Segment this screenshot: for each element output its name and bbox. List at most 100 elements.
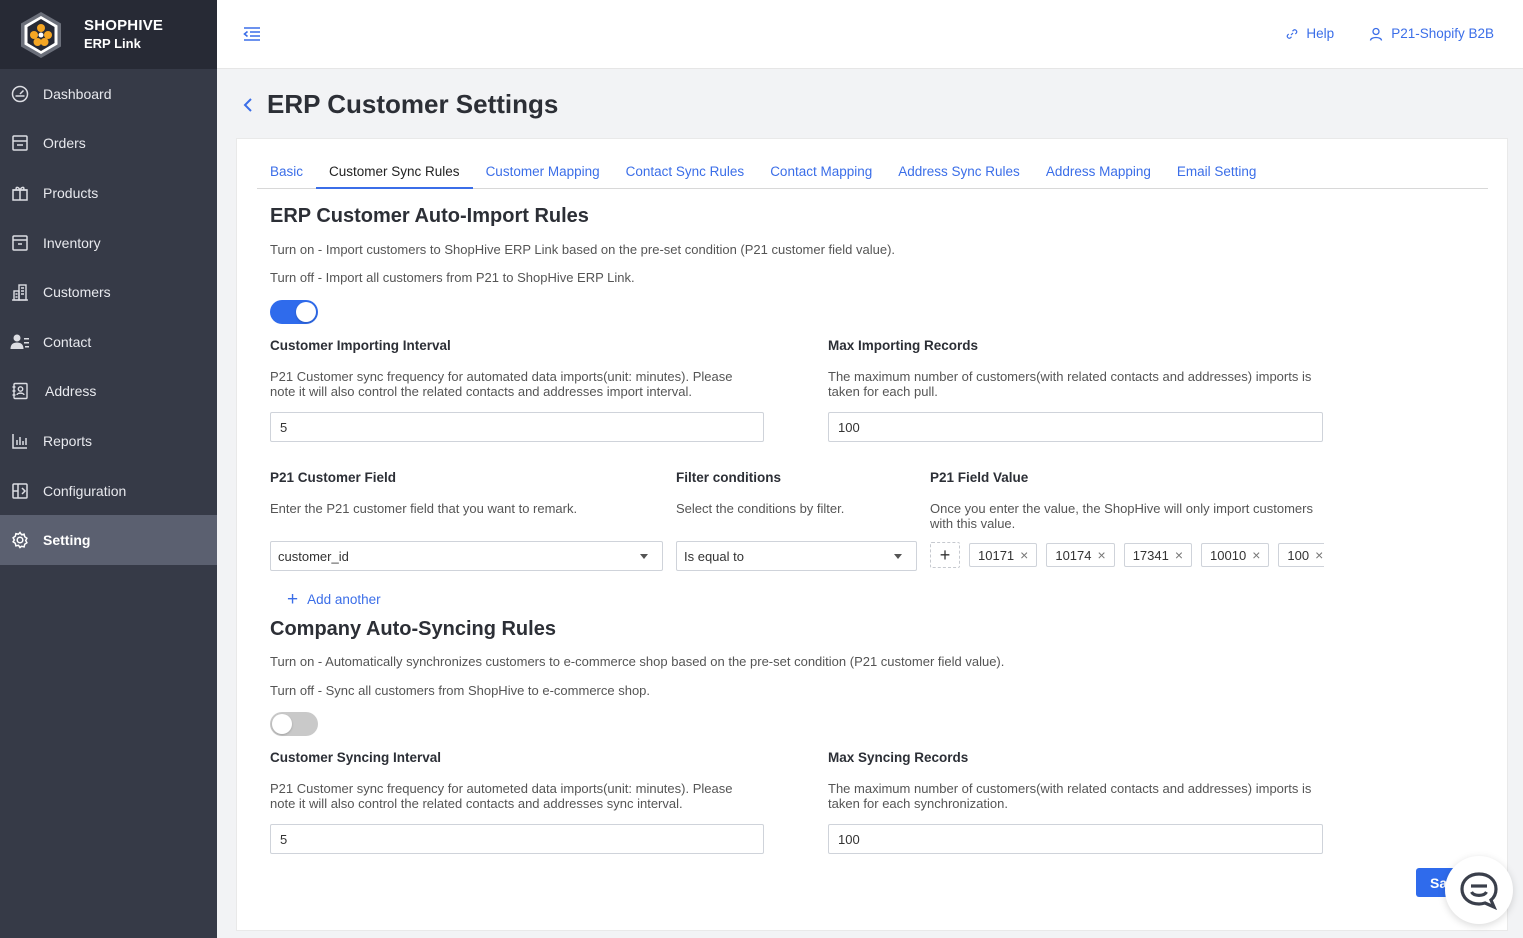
max-syncing-desc: The maximum number of customers(with rel… bbox=[828, 781, 1312, 811]
importing-interval-input[interactable] bbox=[270, 412, 764, 442]
select-value: Is equal to bbox=[684, 548, 744, 564]
tab-bar: Basic Customer Sync Rules Customer Mappi… bbox=[257, 157, 1488, 189]
brand: SHOPHIVE ERP Link bbox=[0, 0, 217, 69]
syncing-interval-input[interactable] bbox=[270, 824, 764, 854]
p21-field-value-label: P21 Field Value bbox=[930, 470, 1029, 485]
gear-icon bbox=[10, 530, 30, 550]
sidebar-item-customers[interactable]: Customers bbox=[0, 267, 217, 317]
tab-address-sync-rules[interactable]: Address Sync Rules bbox=[885, 157, 1033, 189]
orders-icon bbox=[10, 133, 30, 153]
filter-conditions-select[interactable]: Is equal to bbox=[676, 541, 917, 571]
max-importing-input[interactable] bbox=[828, 412, 1323, 442]
sidebar-item-configuration[interactable]: Configuration bbox=[0, 466, 217, 516]
sidebar-item-dashboard[interactable]: Dashboard bbox=[0, 69, 217, 119]
p21-customer-field-label: P21 Customer Field bbox=[270, 470, 397, 485]
p21-customer-field-select[interactable]: customer_id bbox=[270, 541, 663, 571]
dashboard-icon bbox=[10, 84, 30, 104]
user-icon bbox=[1370, 27, 1383, 41]
sidebar-item-label: Products bbox=[43, 184, 99, 201]
max-importing-label: Max Importing Records bbox=[828, 338, 979, 353]
gift-box-icon bbox=[10, 183, 30, 203]
add-another-label: Add another bbox=[307, 592, 381, 607]
tab-contact-mapping[interactable]: Contact Mapping bbox=[757, 157, 885, 189]
sidebar-item-contact[interactable]: Contact bbox=[0, 317, 217, 367]
sidebar-item-label: Configuration bbox=[43, 482, 127, 499]
sidebar-item-address[interactable]: Address bbox=[0, 367, 217, 417]
shophive-logo-icon bbox=[21, 11, 61, 58]
page-title: ERP Customer Settings bbox=[267, 89, 559, 119]
tab-basic[interactable]: Basic bbox=[257, 157, 316, 189]
brand-subtitle: ERP Link bbox=[84, 35, 141, 51]
link-icon bbox=[1287, 28, 1298, 39]
page-title-row: ERP Customer Settings bbox=[243, 89, 558, 120]
toggle-knob bbox=[296, 302, 316, 322]
max-syncing-input[interactable] bbox=[828, 824, 1323, 854]
tag-text: 10174 bbox=[1055, 547, 1092, 563]
max-syncing-label: Max Syncing Records bbox=[828, 750, 969, 765]
value-tag: 17341 × bbox=[1123, 543, 1193, 567]
sidebar-item-orders[interactable]: Orders bbox=[0, 119, 217, 169]
tab-customer-mapping[interactable]: Customer Mapping bbox=[473, 157, 613, 189]
sync-rules-toggle[interactable] bbox=[270, 712, 318, 736]
archive-icon bbox=[10, 233, 30, 253]
chat-support-button[interactable] bbox=[1445, 856, 1513, 924]
sidebar-item-label: Address bbox=[45, 383, 97, 400]
importing-interval-label: Customer Importing Interval bbox=[270, 338, 451, 353]
sidebar-item-reports[interactable]: Reports bbox=[0, 416, 217, 466]
tab-contact-sync-rules[interactable]: Contact Sync Rules bbox=[613, 157, 758, 189]
close-icon[interactable]: × bbox=[1175, 547, 1183, 563]
tab-email-setting[interactable]: Email Setting bbox=[1164, 157, 1270, 189]
sidebar-item-products[interactable]: Products bbox=[0, 168, 217, 218]
add-another-button[interactable]: + Add another bbox=[287, 590, 381, 609]
tag-text: 10010 bbox=[1210, 547, 1247, 563]
field-value-tags: + 10171 × 10174 × 17341 × 10010 × 100 × bbox=[930, 540, 1324, 570]
menu-collapse-icon[interactable] bbox=[242, 24, 262, 44]
chat-icon bbox=[1460, 872, 1498, 910]
add-tag-button[interactable]: + bbox=[930, 542, 960, 568]
value-tag: 10171 × bbox=[969, 543, 1038, 567]
sidebar-item-label: Inventory bbox=[43, 234, 101, 251]
help-link[interactable]: Help bbox=[1286, 26, 1334, 41]
configuration-icon bbox=[10, 481, 30, 501]
top-header: Help P21-Shopify B2B bbox=[217, 0, 1523, 69]
filter-conditions-label: Filter conditions bbox=[676, 470, 782, 485]
account-link[interactable]: P21-Shopify B2B bbox=[1369, 26, 1494, 41]
plus-icon: + bbox=[287, 589, 299, 610]
close-icon[interactable]: × bbox=[1252, 547, 1260, 563]
max-importing-desc: The maximum number of customers(with rel… bbox=[828, 369, 1312, 399]
address-book-icon bbox=[10, 381, 30, 401]
import-turn-off-text: Turn off - Import all customers from P21… bbox=[270, 270, 635, 285]
close-icon[interactable]: × bbox=[1315, 547, 1323, 563]
toggle-knob bbox=[272, 714, 292, 734]
import-rules-title: ERP Customer Auto-Import Rules bbox=[270, 205, 589, 227]
tag-text: 10171 bbox=[978, 547, 1015, 563]
help-label: Help bbox=[1306, 26, 1335, 41]
sidebar-item-label: Dashboard bbox=[43, 85, 112, 102]
close-icon[interactable]: × bbox=[1098, 547, 1106, 563]
close-icon[interactable]: × bbox=[1020, 547, 1028, 563]
sidebar-item-label: Reports bbox=[43, 432, 93, 449]
settings-card: Basic Customer Sync Rules Customer Mappi… bbox=[236, 138, 1508, 931]
back-arrow-icon[interactable] bbox=[243, 95, 259, 115]
tab-customer-sync-rules[interactable]: Customer Sync Rules bbox=[316, 157, 473, 189]
sidebar: SHOPHIVE ERP Link Dashboard Orders Produ… bbox=[0, 0, 217, 938]
sidebar-item-label: Orders bbox=[43, 135, 86, 152]
bar-chart-icon bbox=[10, 431, 30, 451]
sync-rules-title: Company Auto-Syncing Rules bbox=[270, 618, 556, 640]
building-icon bbox=[10, 282, 30, 302]
p21-field-value-desc: Once you enter the value, the ShopHive w… bbox=[930, 501, 1313, 531]
sidebar-item-label: Customers bbox=[43, 284, 111, 301]
account-label: P21-Shopify B2B bbox=[1391, 26, 1494, 41]
sidebar-item-setting[interactable]: Setting bbox=[0, 515, 217, 565]
sync-turn-off-text: Turn off - Sync all customers from ShopH… bbox=[270, 683, 651, 698]
tag-text: 100 bbox=[1287, 547, 1310, 563]
importing-interval-desc: P21 Customer sync frequency for automate… bbox=[270, 369, 733, 399]
tag-text: 17341 bbox=[1132, 547, 1169, 563]
import-rules-toggle[interactable] bbox=[270, 300, 318, 324]
tab-address-mapping[interactable]: Address Mapping bbox=[1033, 157, 1164, 189]
p21-customer-field-desc: Enter the P21 customer field that you wa… bbox=[270, 501, 578, 516]
sidebar-item-inventory[interactable]: Inventory bbox=[0, 218, 217, 268]
value-tag: 100 × bbox=[1278, 543, 1324, 567]
import-turn-on-text: Turn on - Import customers to ShopHive E… bbox=[270, 242, 896, 257]
value-tag: 10174 × bbox=[1046, 543, 1115, 567]
